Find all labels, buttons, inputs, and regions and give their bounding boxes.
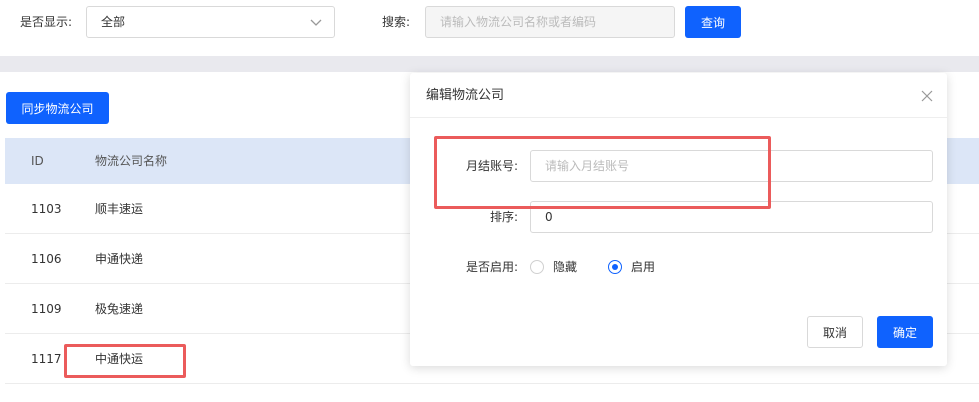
sync-logistics-button[interactable]: 同步物流公司 — [6, 92, 109, 124]
filter-bar: 是否显示: 全部 搜索: 查询 — [0, 0, 979, 56]
row-name: 申通快递 — [95, 252, 144, 266]
row-name: 中通快运 — [95, 352, 144, 366]
sort-label: 排序: — [489, 210, 518, 224]
display-select[interactable]: 全部 — [86, 6, 335, 38]
cancel-button[interactable]: 取消 — [807, 316, 863, 348]
account-label: 月结账号: — [465, 159, 518, 173]
radio-enable[interactable] — [608, 260, 622, 274]
edit-logistics-dialog: 编辑物流公司 月结账号: 排序: 是否启用: 隐藏 启用 取消 确定 — [410, 73, 947, 366]
column-header-id: ID — [31, 154, 44, 168]
enable-label: 是否启用: — [465, 260, 518, 274]
radio-enable-label[interactable]: 启用 — [631, 258, 655, 276]
confirm-button[interactable]: 确定 — [877, 316, 933, 348]
row-name: 极兔速递 — [95, 302, 144, 316]
row-id: 1106 — [31, 252, 62, 266]
monthly-account-input[interactable] — [530, 150, 933, 182]
sort-input[interactable] — [530, 201, 933, 233]
column-header-name: 物流公司名称 — [95, 154, 168, 168]
search-input[interactable] — [425, 6, 675, 38]
display-select-value: 全部 — [101, 15, 126, 29]
radio-hide-label[interactable]: 隐藏 — [553, 258, 577, 276]
row-id: 1103 — [31, 202, 62, 216]
close-icon[interactable] — [921, 90, 933, 102]
display-filter-label: 是否显示: — [20, 15, 73, 29]
row-id: 1117 — [31, 352, 62, 366]
chevron-down-icon — [310, 19, 322, 26]
row-id: 1109 — [31, 302, 62, 316]
search-label: 搜索: — [382, 15, 411, 29]
radio-hide[interactable] — [530, 260, 544, 274]
dialog-title: 编辑物流公司 — [426, 88, 505, 103]
search-button[interactable]: 查询 — [685, 6, 741, 38]
row-name: 顺丰速运 — [95, 202, 144, 216]
section-divider — [0, 56, 979, 72]
dialog-header: 编辑物流公司 — [410, 73, 947, 118]
